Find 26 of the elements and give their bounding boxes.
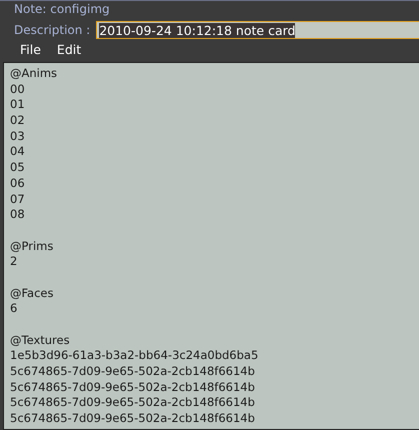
text-line: 5c674865-7d09-9e65-502a-2cb148f6614b bbox=[10, 395, 256, 412]
window-title: Note: configimg bbox=[13, 1, 111, 18]
menu-item[interactable]: File bbox=[14, 42, 47, 62]
text-line: 1e5b3d96-61a3-b3a2-bb64-3c24a0bd6ba5 bbox=[10, 348, 260, 364]
section-heading: @Prims bbox=[10, 238, 54, 254]
text-line: 05 bbox=[10, 160, 26, 176]
text-line: 08 bbox=[10, 207, 26, 223]
text-editor[interactable] bbox=[3, 62, 419, 430]
section-heading: @Textures bbox=[10, 332, 71, 348]
text-line: 5c674865-7d09-9e65-502a-2cb148f6614b bbox=[10, 411, 256, 427]
text-line: 03 bbox=[10, 128, 26, 144]
text-line: 5c674865-7d09-9e65-502a-2cb148f6614b bbox=[10, 364, 256, 380]
text-line: 00 bbox=[10, 82, 26, 98]
text-line: 2 bbox=[10, 254, 18, 270]
text-line: 04 bbox=[10, 144, 26, 160]
text-line: 02 bbox=[10, 113, 26, 129]
text-line: 6 bbox=[10, 301, 18, 317]
text-line: 01 bbox=[10, 97, 26, 114]
section-heading: @Faces bbox=[10, 286, 54, 302]
text-line: 07 bbox=[10, 192, 26, 208]
menu-item[interactable]: Edit bbox=[50, 42, 88, 62]
section-heading: @Anims bbox=[10, 66, 58, 82]
description-field[interactable]: 2010-09-24 10:12:18 note card bbox=[96, 21, 419, 39]
description-label: Description : bbox=[14, 23, 90, 37]
text-line: 5c674865-7d09-9e65-502a-2cb148f6614b bbox=[10, 380, 256, 396]
text-line: 06 bbox=[10, 176, 26, 192]
